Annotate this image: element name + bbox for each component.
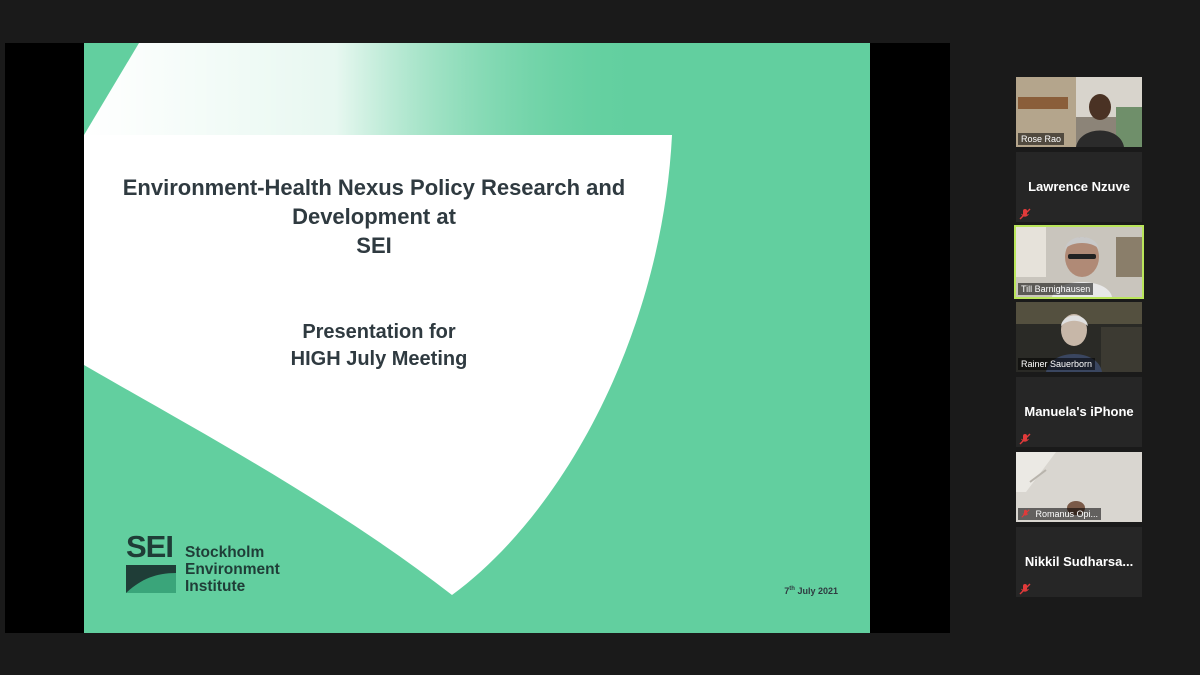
participant-name: Rainer Sauerborn: [1018, 358, 1096, 370]
participant-name: Manuela's iPhone: [1024, 404, 1134, 419]
sei-logo-mark: SEI: [126, 529, 182, 599]
sei-logo: SEI Stockholm Environment Institute: [126, 529, 296, 603]
participant-tile[interactable]: Lawrence Nzuve: [1016, 152, 1142, 222]
mic-off-icon: [1019, 208, 1031, 220]
slide-title: Environment-Health Nexus Policy Research…: [122, 175, 626, 258]
participant-name: Rose Rao: [1018, 133, 1065, 145]
participant-name: Nikkil Sudharsa...: [1024, 554, 1134, 569]
participant-tile-active-speaker[interactable]: Till Barnighausen: [1014, 225, 1144, 299]
participant-name: Romanus Opi...: [1018, 508, 1102, 520]
participant-tile[interactable]: Manuela's iPhone: [1016, 377, 1142, 447]
sei-logo-text: Stockholm Environment Institute: [185, 544, 280, 595]
mic-off-icon: [1021, 509, 1033, 519]
slide-date: 7th July 2021: [784, 586, 838, 596]
participant-name: Lawrence Nzuve: [1028, 179, 1130, 194]
participant-name: Till Barnighausen: [1018, 283, 1094, 295]
participant-tile[interactable]: Nikkil Sudharsa...: [1016, 527, 1142, 597]
presentation-slide: Environment-Health Nexus Policy Research…: [84, 43, 870, 633]
participant-tile[interactable]: Rainer Sauerborn: [1016, 302, 1142, 372]
participant-tile[interactable]: Rose Rao: [1016, 77, 1142, 147]
mic-off-icon: [1019, 433, 1031, 445]
slide-subtitle: Presentation for HIGH July Meeting: [290, 321, 468, 370]
mic-off-icon: [1019, 583, 1031, 595]
participant-tile[interactable]: Romanus Opi...: [1016, 452, 1142, 522]
